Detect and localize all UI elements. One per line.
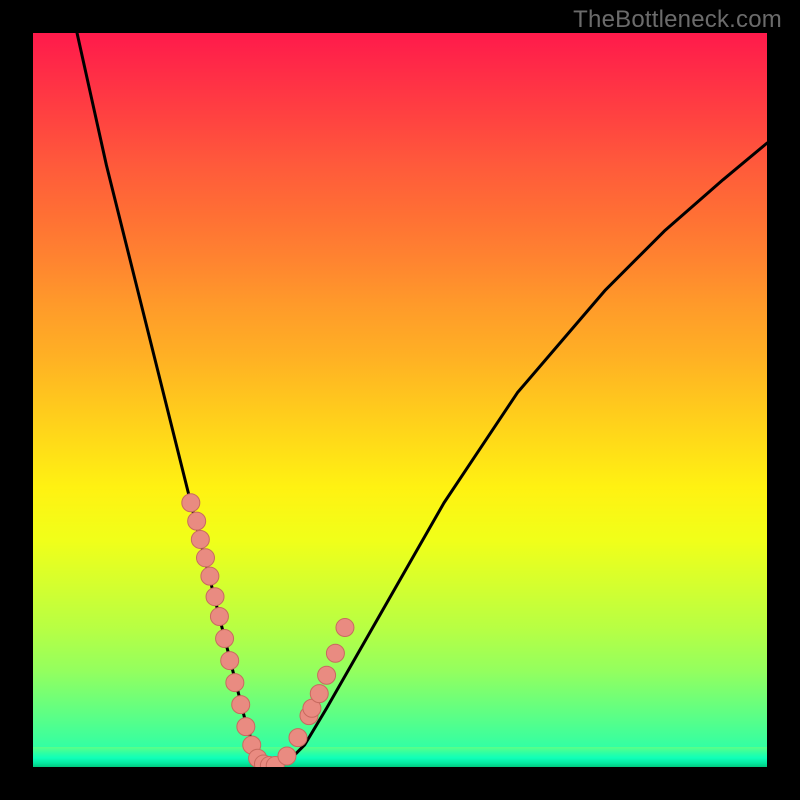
curve-marker [191, 530, 209, 548]
curve-marker [232, 696, 250, 714]
curve-marker [210, 608, 228, 626]
curve-line [77, 33, 767, 766]
curve-marker [310, 685, 328, 703]
curve-marker [226, 674, 244, 692]
watermark-text: TheBottleneck.com [573, 6, 782, 34]
curve-marker [237, 718, 255, 736]
chart-frame: TheBottleneck.com [0, 0, 800, 800]
chart-overlay [33, 33, 767, 767]
curve-marker [188, 512, 206, 530]
curve-marker [318, 666, 336, 684]
curve-marker [326, 644, 344, 662]
curve-marker [278, 747, 296, 765]
curve-marker [336, 619, 354, 637]
curve-marker [216, 630, 234, 648]
curve-marker [206, 588, 224, 606]
curve-marker [221, 652, 239, 670]
curve-markers [182, 494, 354, 767]
plot-area [33, 33, 767, 767]
curve-marker [289, 729, 307, 747]
curve-marker [196, 549, 214, 567]
curve-marker [182, 494, 200, 512]
curve-marker [201, 567, 219, 585]
